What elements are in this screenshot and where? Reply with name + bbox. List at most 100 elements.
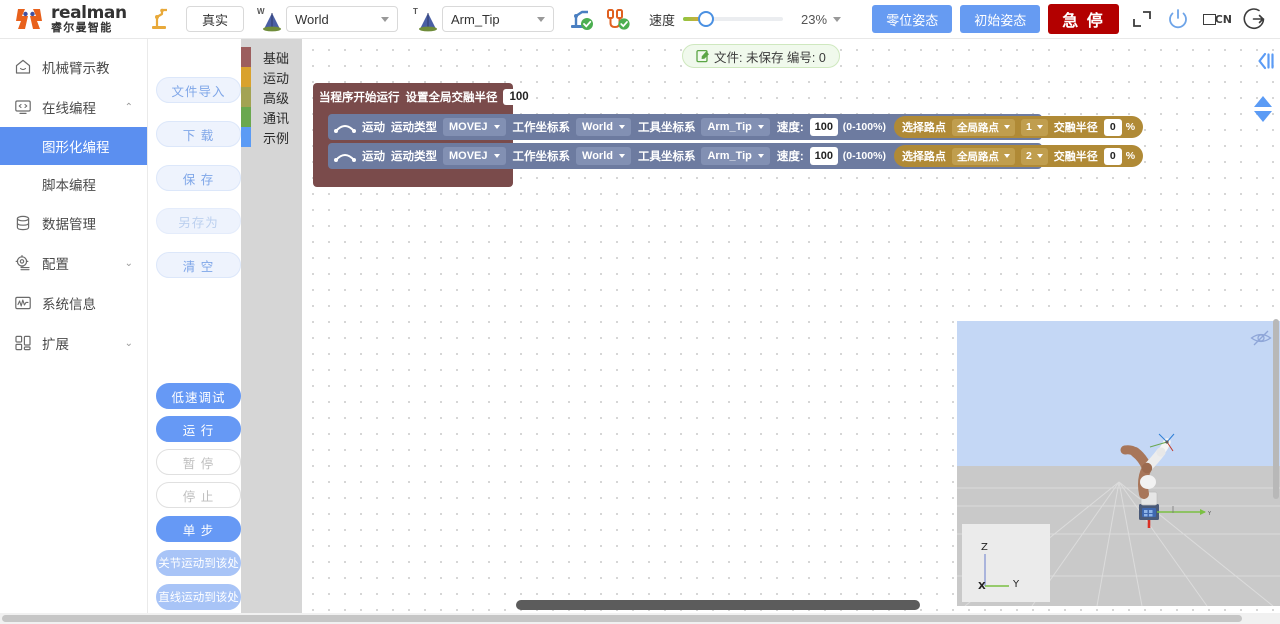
download-label: 下 载 bbox=[182, 128, 215, 143]
canvas-horizontal-scroll-thumb[interactable] bbox=[516, 600, 920, 610]
import-file-button[interactable]: 文件导入 bbox=[156, 77, 241, 103]
chevron-down-icon bbox=[1003, 125, 1010, 129]
file-status-text: 文件: 未保存 编号: 0 bbox=[714, 50, 826, 65]
database-icon bbox=[14, 214, 32, 232]
download-button[interactable]: 下 载 bbox=[156, 121, 241, 147]
waypoint-sub-block-2[interactable]: 选择路点 全局路点 2 交融半径 0 % bbox=[893, 145, 1144, 167]
motion-block-row-2[interactable]: 运动 运动类型 MOVEJ 工作坐标系 World 工具坐标系 Arm_Tip … bbox=[328, 143, 1144, 169]
arrow-up-icon[interactable] bbox=[1254, 96, 1272, 107]
canvas-vertical-scrollbar[interactable] bbox=[1271, 319, 1279, 609]
speed-input-2[interactable]: 100 bbox=[809, 147, 838, 165]
action-panel: 文件导入 下 载 保 存 另存为 清 空 低速调试 运 行 暂 停 停 止 单 … bbox=[149, 39, 241, 624]
waypoint-index-select-1[interactable]: 1 bbox=[1020, 118, 1048, 136]
axis-orientation-widget[interactable]: Z Y X bbox=[962, 524, 1050, 602]
teach-pendant-icon[interactable] bbox=[149, 6, 179, 32]
global-blend-radius-input[interactable]: 100 bbox=[502, 88, 536, 105]
work-frame-select-2[interactable]: World bbox=[576, 147, 631, 165]
blend-radius-input-2[interactable]: 0 bbox=[1103, 147, 1122, 165]
sidebar-item-system-info[interactable]: 系统信息 bbox=[0, 283, 147, 323]
speed-slider-knob[interactable] bbox=[698, 11, 715, 27]
sidebar-item-script-programming[interactable]: 脚本编程 bbox=[0, 165, 147, 203]
zero-pose-button[interactable]: 零位姿态 bbox=[872, 5, 953, 33]
sidebar-item-extensions[interactable]: 扩展 ⌄ bbox=[0, 323, 147, 363]
sidebar-item-config[interactable]: 配置 ⌄ bbox=[0, 243, 147, 283]
low-speed-debug-button[interactable]: 低速调试 bbox=[156, 383, 241, 409]
power-icon[interactable] bbox=[1165, 6, 1191, 32]
page-horizontal-scrollbar[interactable] bbox=[0, 613, 1280, 624]
mode-button[interactable]: 真实 bbox=[186, 6, 244, 32]
speed-label-1: 速度: bbox=[776, 122, 804, 134]
clear-button[interactable]: 清 空 bbox=[156, 252, 241, 278]
chevron-down-icon bbox=[1003, 154, 1010, 158]
speed-slider[interactable] bbox=[683, 6, 784, 32]
robot-3d-viewport[interactable]: Y Z Y X bbox=[957, 321, 1280, 606]
waypoint-scope-select-2[interactable]: 全局路点 bbox=[951, 147, 1015, 165]
pause-button[interactable]: 暂 停 bbox=[156, 449, 241, 475]
blend-radius-input-1[interactable]: 0 bbox=[1103, 118, 1122, 136]
canvas-vertical-scroll-thumb[interactable] bbox=[1273, 319, 1279, 499]
sidebar-item-graphical-programming[interactable]: 图形化编程 bbox=[0, 127, 147, 165]
chevron-down-icon bbox=[1036, 154, 1043, 158]
save-label: 保 存 bbox=[182, 172, 215, 187]
collapse-panel-icon[interactable] bbox=[1256, 51, 1276, 71]
block-canvas[interactable]: 文件: 未保存 编号: 0 当程序开始运行 设置全局交融半径 100 % 运动 bbox=[302, 39, 1280, 624]
linear-move-here-button[interactable]: 直线运动到该处 bbox=[156, 584, 241, 610]
category-comm-label: 通讯 bbox=[263, 110, 290, 126]
tool-frame-select-1[interactable]: Arm_Tip bbox=[701, 118, 770, 136]
cable-connected-icon bbox=[604, 6, 634, 32]
motion-type-select-1[interactable]: MOVEJ bbox=[443, 118, 506, 136]
blend-radius-unit-2: % bbox=[1125, 150, 1136, 162]
chevron-down-icon bbox=[757, 125, 764, 129]
sidebar-item-graphical-programming-label: 图形化编程 bbox=[42, 140, 110, 155]
sidebar-item-online-programming[interactable]: 在线编程 ⌃ bbox=[0, 87, 147, 127]
chevron-down-icon bbox=[618, 154, 625, 158]
speed-range-hint-1: (0-100%) bbox=[842, 121, 886, 133]
emergency-stop-button[interactable]: 急 停 bbox=[1048, 4, 1119, 34]
waypoint-select-label-2: 选择路点 bbox=[901, 151, 946, 163]
language-switch[interactable]: CN bbox=[1202, 13, 1232, 26]
gear-icon bbox=[14, 254, 32, 272]
chart-monitor-icon bbox=[14, 294, 32, 312]
axis-y-label: Y bbox=[1013, 579, 1020, 590]
app-root: realman 睿尔曼智能 真实 W World T Arm_Tip 速度 23… bbox=[0, 0, 1280, 624]
chevron-down-icon bbox=[757, 154, 764, 158]
motion-block-row-1[interactable]: 运动 运动类型 MOVEJ 工作坐标系 World 工具坐标系 Arm_Tip … bbox=[328, 114, 1144, 140]
canvas-horizontal-scrollbar[interactable] bbox=[302, 599, 1280, 611]
waypoint-scope-value-2: 全局路点 bbox=[956, 150, 999, 163]
category-advanced[interactable]: 高级 bbox=[241, 87, 302, 107]
save-button[interactable]: 保 存 bbox=[156, 165, 241, 191]
run-button[interactable]: 运 行 bbox=[156, 416, 241, 442]
fullscreen-icon[interactable] bbox=[1129, 6, 1155, 32]
file-status-chip[interactable]: 文件: 未保存 编号: 0 bbox=[682, 44, 840, 68]
linear-move-here-label: 直线运动到该处 bbox=[158, 592, 239, 604]
init-pose-button[interactable]: 初始姿态 bbox=[960, 5, 1041, 33]
waypoint-scope-select-1[interactable]: 全局路点 bbox=[951, 118, 1015, 136]
waypoint-sub-block-1[interactable]: 选择路点 全局路点 1 交融半径 0 % bbox=[893, 116, 1144, 138]
grid-blocks-icon bbox=[14, 334, 32, 352]
world-frame-select[interactable]: World bbox=[286, 6, 398, 32]
waypoint-index-select-2[interactable]: 2 bbox=[1020, 147, 1048, 165]
logout-icon[interactable] bbox=[1242, 6, 1268, 32]
sidebar-item-data-management[interactable]: 数据管理 bbox=[0, 203, 147, 243]
joint-move-here-button[interactable]: 关节运动到该处 bbox=[156, 550, 241, 576]
page-horizontal-scroll-thumb[interactable] bbox=[2, 615, 1242, 622]
motion-type-select-2[interactable]: MOVEJ bbox=[443, 147, 506, 165]
arrow-down-icon[interactable] bbox=[1254, 111, 1272, 122]
single-step-button[interactable]: 单 步 bbox=[156, 516, 241, 542]
tool-frame-select[interactable]: Arm_Tip bbox=[442, 6, 554, 32]
work-frame-select-1[interactable]: World bbox=[576, 118, 631, 136]
save-as-button[interactable]: 另存为 bbox=[156, 208, 241, 234]
sidebar-item-teach[interactable]: 机械臂示教 bbox=[0, 47, 147, 87]
category-motion[interactable]: 运动 bbox=[241, 67, 302, 87]
chevron-down-icon[interactable] bbox=[833, 16, 842, 22]
init-pose-label: 初始姿态 bbox=[974, 12, 1027, 28]
category-basic[interactable]: 基础 bbox=[241, 47, 302, 67]
chevron-down-icon: ⌄ bbox=[124, 257, 133, 269]
speed-input-1[interactable]: 100 bbox=[809, 118, 838, 136]
stop-button[interactable]: 停 止 bbox=[156, 482, 241, 508]
category-comm[interactable]: 通讯 bbox=[241, 107, 302, 127]
eye-hidden-icon[interactable] bbox=[1250, 329, 1272, 347]
category-example[interactable]: 示例 bbox=[241, 127, 302, 147]
tool-frame-select-2[interactable]: Arm_Tip bbox=[701, 147, 770, 165]
chevron-down-icon bbox=[493, 154, 500, 158]
